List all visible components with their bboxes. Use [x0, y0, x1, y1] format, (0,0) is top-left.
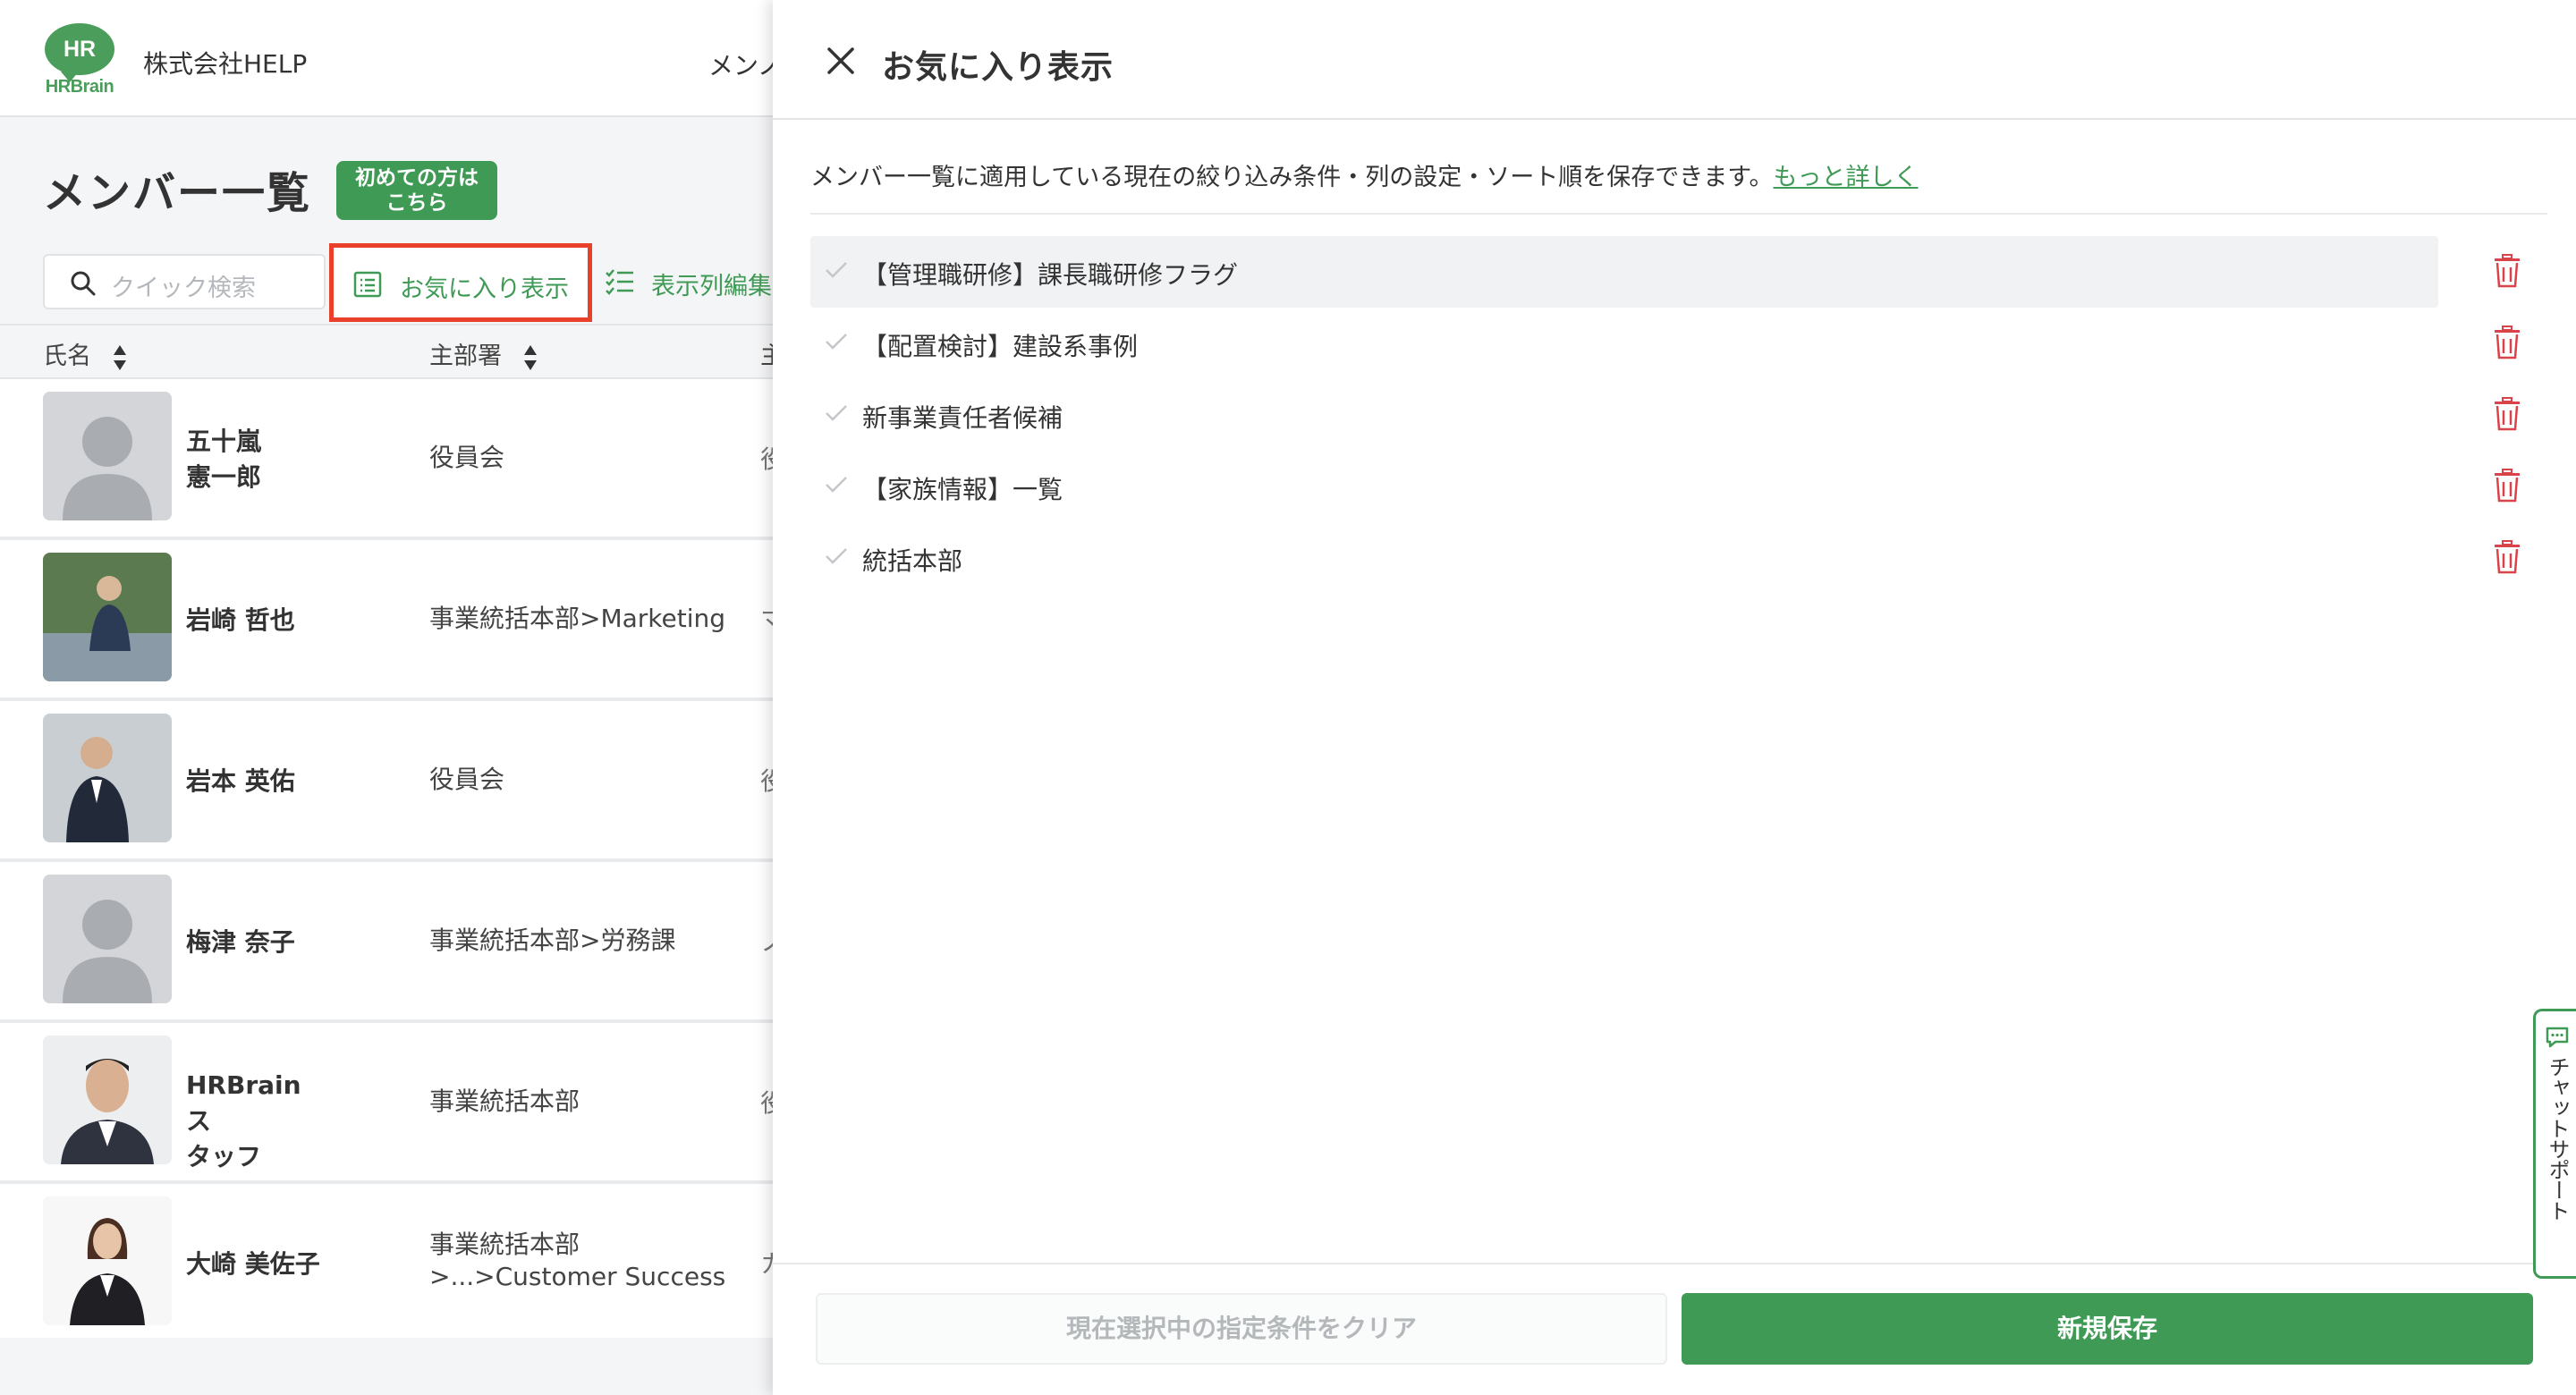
sort-icon[interactable] — [112, 343, 128, 372]
trash-icon[interactable] — [2494, 469, 2521, 503]
column-header-dept[interactable]: 主部署 — [429, 336, 538, 372]
favorites-view-button[interactable]: お気に入り表示 — [329, 243, 592, 322]
description-text: メンバー一覧に適用している現在の絞り込み条件・列の設定・ソート順を保存できます。 — [810, 164, 1774, 191]
chat-support-tab[interactable]: チャットサポート — [2533, 1009, 2576, 1279]
column-header-name[interactable]: 氏名 — [43, 336, 128, 372]
member-cut-cell: マ — [760, 601, 773, 637]
check-icon — [826, 477, 847, 493]
table-row[interactable]: 大崎 美佐子 事業統括本部 >...>Customer Success カ — [0, 1184, 773, 1338]
page-title: メンバー一覧 — [43, 168, 312, 218]
member-dept: 事業統括本部>Marketing — [429, 604, 726, 633]
favorite-item[interactable]: 【家族情報】一覧 — [810, 451, 2547, 522]
table-row[interactable]: 五十嵐 憲一郎 役員会 役 — [0, 379, 773, 540]
member-dept: 役員会 — [429, 765, 505, 794]
favorites-view-label: お気に入り表示 — [400, 275, 569, 303]
table-row[interactable]: 梅津 奈子 事業統括本部>労務課 ノ — [0, 862, 773, 1023]
member-dept: 事業統括本部 — [429, 1086, 580, 1116]
first-time-guide-button[interactable]: 初めての方は こちら — [336, 161, 497, 220]
check-icon — [826, 548, 847, 564]
table-row[interactable]: HRBrain ス タッフ 事業統括本部 役 — [0, 1023, 773, 1184]
company-name: 株式会社HELP — [143, 49, 308, 79]
favorite-item[interactable]: 新事業責任者候補 — [810, 379, 2547, 451]
member-cut-cell: 役 — [760, 440, 773, 476]
check-icon — [826, 262, 847, 278]
trash-icon[interactable] — [2494, 397, 2521, 431]
table-header: 氏名 主部署 主 — [0, 324, 773, 379]
trash-icon[interactable] — [2494, 326, 2521, 359]
list-icon — [353, 271, 382, 298]
trash-icon[interactable] — [2494, 254, 2521, 288]
avatar — [43, 875, 172, 1003]
avatar — [43, 553, 172, 681]
avatar — [43, 1196, 172, 1325]
member-name[interactable]: 梅津 奈子 — [186, 925, 329, 960]
avatar — [43, 1036, 172, 1164]
member-name[interactable]: HRBrain ス タッフ — [186, 1068, 329, 1175]
check-icon — [826, 405, 847, 421]
favorites-panel: お気に入り表示 メンバー一覧に適用している現在の絞り込み条件・列の設定・ソート順… — [773, 0, 2576, 1395]
search-icon — [71, 271, 96, 296]
favorite-item-label: 統括本部 — [862, 546, 963, 576]
avatar — [43, 714, 172, 842]
logo-bubble: HR — [45, 23, 114, 82]
column-header-cut[interactable]: 主 — [760, 336, 773, 371]
learn-more-link[interactable]: もっと詳しく — [1774, 164, 1919, 191]
new-save-button[interactable]: 新規保存 — [1682, 1293, 2533, 1365]
chat-bubble-icon — [2546, 1027, 2569, 1048]
favorite-item-label: 【家族情報】一覧 — [862, 475, 1063, 504]
divider — [810, 213, 2547, 215]
column-header-label: 氏名 — [43, 342, 91, 370]
favorite-item-label: 【管理職研修】課長職研修フラグ — [862, 260, 1239, 290]
panel-footer: 現在選択中の指定条件をクリア 新規保存 — [773, 1263, 2576, 1395]
top-bar: HR HRBrain 株式会社HELP メンノ — [0, 0, 773, 117]
member-cut-cell: ノ — [760, 923, 773, 959]
table-row[interactable]: 岩本 英佑 役員会 役 — [0, 701, 773, 862]
member-cut-cell: 役 — [760, 1084, 773, 1120]
sort-icon[interactable] — [522, 343, 538, 372]
clear-conditions-button[interactable]: 現在選択中の指定条件をクリア — [816, 1293, 1667, 1365]
member-cut-cell: 役 — [760, 762, 773, 798]
edit-columns-label: 表示列編集 — [651, 273, 772, 300]
member-dept: 事業統括本部>労務課 — [429, 926, 676, 955]
close-icon[interactable] — [826, 46, 855, 75]
quick-search[interactable]: クイック検索 — [43, 254, 326, 309]
panel-description: メンバー一覧に適用している現在の絞り込み条件・列の設定・ソート順を保存できます。… — [810, 157, 1919, 192]
favorite-item[interactable]: 【管理職研修】課長職研修フラグ — [810, 236, 2547, 308]
member-name[interactable]: 大崎 美佐子 — [186, 1247, 329, 1282]
checklist-icon — [606, 269, 633, 295]
member-name[interactable]: 岩本 英佑 — [186, 764, 329, 799]
hrbrain-logo[interactable]: HR HRBrain — [41, 23, 118, 100]
favorite-item[interactable]: 【配置検討】建設系事例 — [810, 308, 2547, 379]
avatar — [43, 392, 172, 520]
panel-title: お気に入り表示 — [882, 49, 1114, 86]
nav-menu-cut[interactable]: メンノ — [708, 46, 773, 82]
chat-support-label: チャットサポート — [2545, 1056, 2570, 1221]
member-dept: 事業統括本部 >...>Customer Success — [429, 1230, 726, 1291]
member-name[interactable]: 岩崎 哲也 — [186, 603, 329, 638]
member-list-page: HR HRBrain 株式会社HELP メンノ メンバー一覧 初めての方は こち… — [0, 0, 773, 1395]
favorites-list: 【管理職研修】課長職研修フラグ 【配置検討】建設系事例 新事業責任者候補 【家族… — [810, 236, 2547, 594]
member-name[interactable]: 五十嵐 憲一郎 — [186, 424, 329, 495]
trash-icon[interactable] — [2494, 540, 2521, 574]
favorite-item-label: 新事業責任者候補 — [862, 403, 1063, 433]
column-header-label: 主部署 — [429, 342, 502, 370]
panel-header: お気に入り表示 — [773, 0, 2576, 120]
check-icon — [826, 334, 847, 350]
favorite-item[interactable]: 統括本部 — [810, 522, 2547, 594]
search-input[interactable]: クイック検索 — [111, 268, 256, 303]
member-cut-cell: カ — [760, 1245, 773, 1281]
logo-text: HRBrain — [45, 77, 114, 97]
favorite-item-label: 【配置検討】建設系事例 — [862, 332, 1139, 361]
member-table-body: 五十嵐 憲一郎 役員会 役 岩崎 哲也 事業統括本部>Marketing マ 岩… — [0, 379, 773, 1338]
table-row[interactable]: 岩崎 哲也 事業統括本部>Marketing マ — [0, 540, 773, 701]
member-dept: 役員会 — [429, 443, 505, 472]
